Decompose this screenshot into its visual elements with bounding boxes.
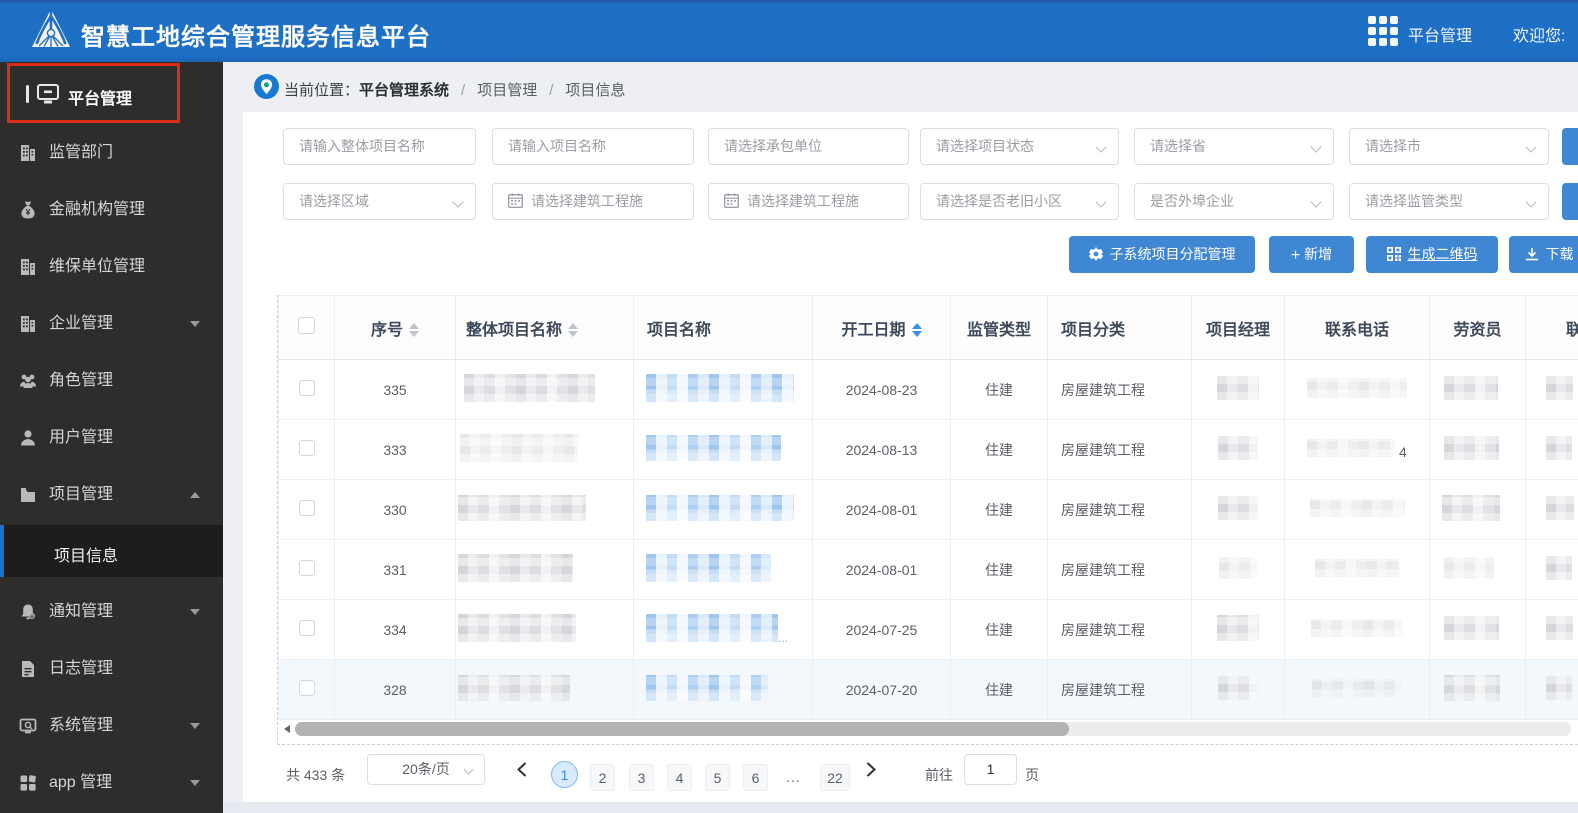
svg-text:⊕: ⊕ bbox=[30, 614, 35, 620]
svg-text:¥: ¥ bbox=[26, 207, 31, 217]
